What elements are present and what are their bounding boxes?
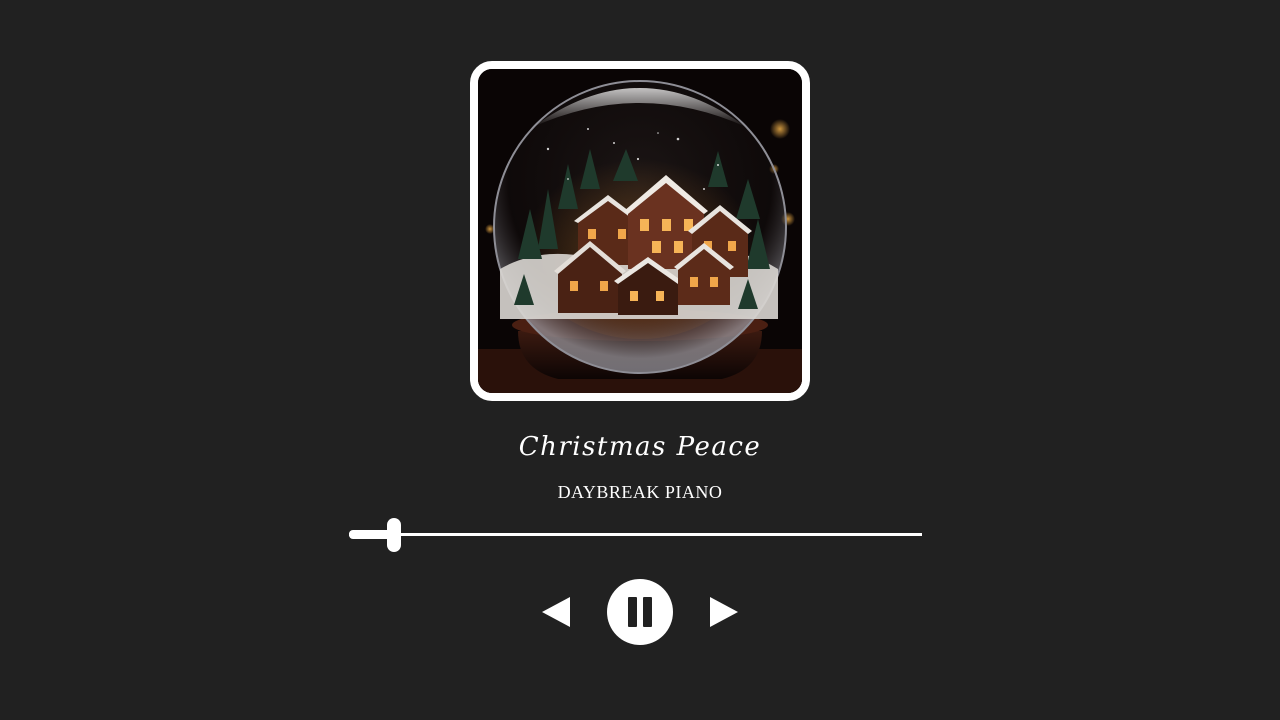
next-button[interactable]: [708, 595, 740, 629]
track-title: Christmas Peace: [518, 432, 762, 462]
progress-thumb[interactable]: [387, 518, 402, 552]
music-player: Christmas Peace DAYBREAK PIANO: [0, 0, 1280, 720]
progress-slider[interactable]: [349, 518, 922, 552]
progress-track: [349, 533, 922, 536]
pause-button[interactable]: [607, 579, 673, 645]
next-triangle-icon: [710, 597, 738, 627]
track-artist: DAYBREAK PIANO: [557, 482, 723, 502]
previous-triangle-icon: [542, 597, 570, 627]
previous-button[interactable]: [540, 595, 572, 629]
album-cover: [470, 61, 810, 401]
pause-icon: [628, 597, 652, 627]
album-cover-art: [478, 69, 802, 393]
